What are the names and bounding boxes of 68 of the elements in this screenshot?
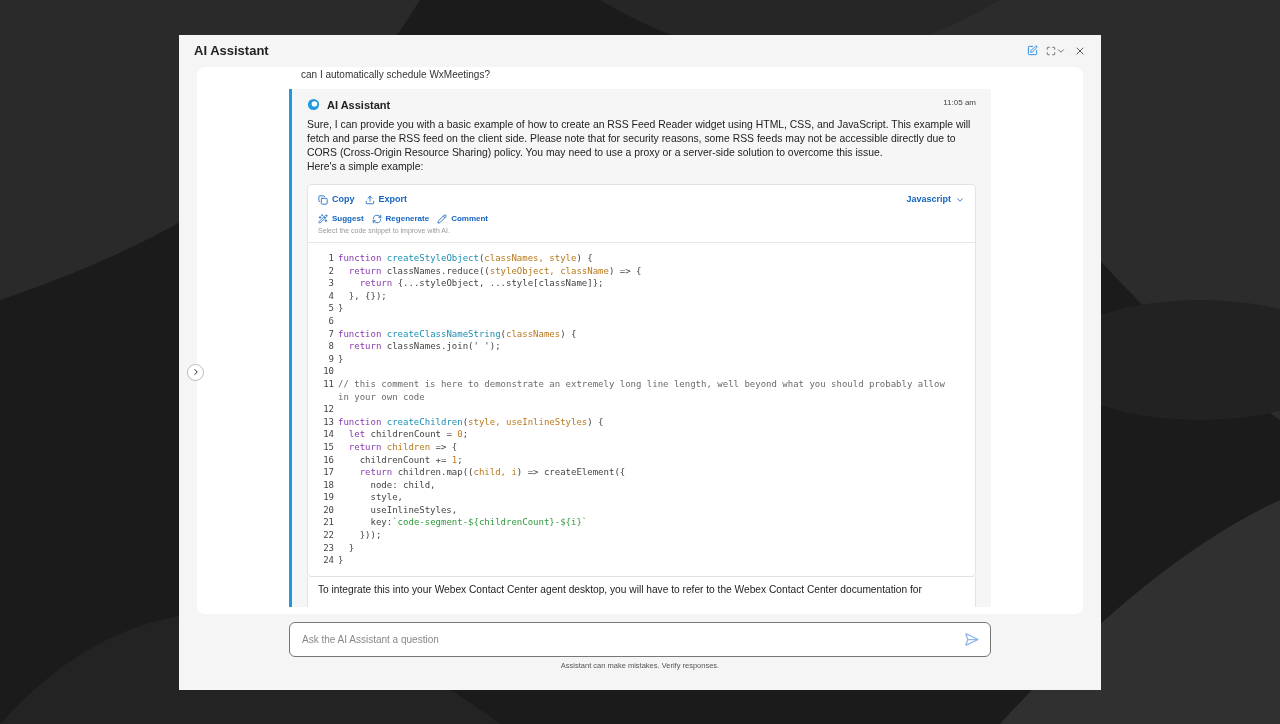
code-line: node: child, bbox=[369, 478, 437, 492]
line-number: 9 bbox=[327, 352, 334, 366]
code-line: return classNames.reduce((styleObject, className) => { bbox=[347, 264, 643, 278]
user-message: can I automatically schedule WxMeetings? bbox=[300, 68, 491, 81]
copy-icon bbox=[318, 194, 328, 205]
line-number: 5 bbox=[327, 302, 334, 315]
suggest-icon bbox=[318, 213, 328, 224]
comment-button[interactable]: Comment bbox=[437, 212, 489, 225]
code-line: } bbox=[347, 541, 356, 555]
line-number: 21 bbox=[322, 516, 334, 530]
code-line: })); bbox=[358, 529, 383, 542]
regenerate-icon bbox=[371, 213, 382, 224]
export-icon bbox=[364, 194, 375, 205]
line-number: 23 bbox=[322, 541, 334, 555]
code-line: } bbox=[338, 352, 345, 366]
line-number: 16 bbox=[322, 453, 334, 467]
message-text: To integrate this into your Webex Contact Center agent desktop, you will have to refer to the Webex Contact Center documentation for bbox=[307, 576, 976, 607]
code-line: useInlineStyles, bbox=[369, 503, 459, 517]
code-line: return classNames.join(' '); bbox=[347, 340, 502, 353]
edit-icon[interactable] bbox=[1027, 45, 1038, 56]
line-number: 6 bbox=[327, 314, 334, 328]
line-number: 17 bbox=[322, 466, 334, 479]
code-line: return children => { bbox=[347, 440, 459, 454]
line-number: 13 bbox=[322, 415, 334, 429]
code-line: key:`code-segment-${childrenCount}-${i}` bbox=[369, 516, 589, 530]
window-title: AI Assistant bbox=[194, 41, 269, 60]
line-number: 15 bbox=[322, 440, 334, 454]
line-number: 19 bbox=[322, 491, 334, 504]
line-number: 18 bbox=[322, 478, 334, 492]
code-line: childrenCount += 1; bbox=[358, 453, 464, 467]
line-number: 24 bbox=[322, 554, 334, 567]
suggest-button[interactable]: Suggest bbox=[318, 212, 364, 225]
expand-icon[interactable] bbox=[1046, 45, 1066, 56]
code-line: }, {}); bbox=[347, 289, 388, 303]
code-line: return children.map((child, i) => createElement({ bbox=[358, 466, 627, 479]
code-line: function createChildren(style, useInlineStyles) { bbox=[338, 415, 605, 429]
language-dropdown[interactable]: Javascript bbox=[906, 193, 965, 207]
export-button[interactable]: Export bbox=[364, 193, 407, 207]
code-line: } bbox=[338, 302, 345, 315]
line-number: 12 bbox=[322, 403, 334, 416]
line-number: 8 bbox=[327, 340, 334, 353]
sender-name: AI Assistant bbox=[327, 97, 391, 113]
copy-button[interactable]: Copy bbox=[318, 193, 355, 207]
comment-icon bbox=[437, 213, 448, 224]
line-number: 3 bbox=[327, 277, 334, 290]
line-number: 11 bbox=[322, 377, 334, 391]
message-text: Sure, I can provide you with a basic example of how to create an RSS Feed Reader widget using HTML, CSS, and JavaScript. This example will fetch and parse the RSS feed on the client side. Please note that for security reasons, some RSS feeds may not be accessible directly due to CORS (Cross-Origin Resource Sharing) policy. You may need to use a proxy or a server-side solution to overcome this issue. bbox=[307, 118, 972, 160]
line-number: 4 bbox=[327, 289, 334, 303]
code-line: } bbox=[338, 554, 345, 567]
line-number: 7 bbox=[327, 327, 334, 341]
code-line: let childrenCount = 0; bbox=[347, 428, 470, 441]
line-number: 1 bbox=[327, 252, 334, 265]
send-icon[interactable] bbox=[964, 631, 979, 647]
message-text: Here's a simple example: bbox=[307, 160, 425, 174]
code-line: return {...styleObject, ...style[className]}; bbox=[358, 277, 605, 290]
message-time: 11:05 am bbox=[943, 96, 976, 109]
line-number: 2 bbox=[327, 264, 334, 278]
code-line: // this comment is here to demonstrate an extremely long line length, well beyond what you should probably allow in your own code bbox=[338, 377, 946, 404]
assistant-logo-icon bbox=[307, 98, 320, 112]
code-line: function createClassNameString(classNames) { bbox=[338, 327, 578, 341]
code-line: function createStyleObject(classNames, style) { bbox=[338, 252, 594, 265]
regenerate-button[interactable]: Regenerate bbox=[371, 212, 430, 225]
line-number: 20 bbox=[322, 503, 334, 517]
code-line: style, bbox=[369, 491, 405, 504]
line-number: 10 bbox=[322, 365, 334, 378]
question-input[interactable]: Ask the AI Assistant a question bbox=[289, 621, 991, 657]
line-number: 14 bbox=[322, 428, 334, 441]
line-number: 22 bbox=[322, 529, 334, 542]
